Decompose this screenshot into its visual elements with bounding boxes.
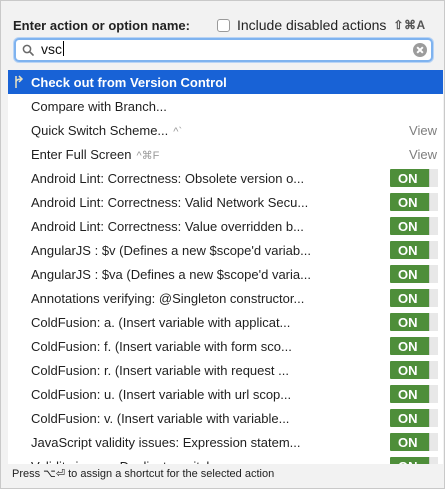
option-toggle[interactable]: ON [390,385,438,403]
action-row[interactable]: Quick Switch Scheme... ^` View [8,118,443,142]
row-icon-slot [8,286,31,310]
option-toggle[interactable]: ON [390,217,438,235]
action-label: Compare with Branch... [31,98,167,114]
action-row[interactable]: Compare with Branch... [8,94,443,118]
option-toggle[interactable]: ON [390,433,438,451]
option-toggle[interactable]: ON [390,265,438,283]
action-label: Annotations verifying: @Singleton constr… [31,290,305,306]
action-shortcut: ^⌘F [136,149,160,162]
row-icon-slot [8,358,31,382]
action-row[interactable]: ColdFusion: v. (Insert variable with var… [8,406,443,430]
option-toggle[interactable]: ON [390,361,438,379]
search-input[interactable]: vsc [41,41,64,57]
option-toggle[interactable]: ON [390,457,438,464]
row-icon-slot [8,334,31,358]
row-icon-slot [8,142,31,166]
action-row[interactable]: AngularJS : $v (Defines a new $scope'd v… [8,238,443,262]
action-label: ColdFusion: f. (Insert variable with for… [31,338,292,354]
row-icon-slot [8,166,31,190]
action-row[interactable]: Android Lint: Correctness: Valid Network… [8,190,443,214]
action-label: ColdFusion: a. (Insert variable with app… [31,314,291,330]
row-icon-slot [8,406,31,430]
action-row[interactable]: Android Lint: Correctness: Obsolete vers… [8,166,443,190]
action-row[interactable]: Check out from Version Control [8,70,443,94]
option-toggle[interactable]: ON [390,337,438,355]
action-row[interactable]: Android Lint: Correctness: Value overrid… [8,214,443,238]
action-group-label: View [409,122,437,138]
option-toggle[interactable]: ON [390,241,438,259]
action-label: JavaScript validity issues: Expression s… [31,434,301,450]
option-toggle[interactable]: ON [390,193,438,211]
vcs-checkout-icon [15,75,24,88]
popup-title: Enter action or option name: [13,17,190,33]
footer-hint: Press ⌥⏎ to assign a shortcut for the se… [12,468,275,480]
action-row[interactable]: ColdFusion: f. (Insert variable with for… [8,334,443,358]
option-toggle[interactable]: ON [390,289,438,307]
action-row[interactable]: ColdFusion: r. (Insert variable with req… [8,358,443,382]
row-icon-slot [8,70,31,94]
row-icon-slot [8,238,31,262]
action-label: Android Lint: Correctness: Valid Network… [31,194,309,210]
row-icon-slot [8,430,31,454]
action-row[interactable]: Annotations verifying: @Singleton constr… [8,286,443,310]
action-label: Validity issues: Duplicate switch case [31,459,443,465]
action-label: AngularJS : $v (Defines a new $scope'd v… [31,242,311,258]
search-field[interactable]: vsc [14,38,433,62]
clear-search-icon[interactable] [413,43,427,57]
row-icon-slot [8,454,31,464]
row-icon-slot [8,262,31,286]
include-disabled-shortcut: ⇧⌘A [393,18,426,32]
action-label: Check out from Version Control [31,74,227,90]
action-shortcut: ^` [173,125,183,138]
action-row[interactable]: AngularJS : $va (Defines a new $scope'd … [8,262,443,286]
action-label: Enter Full Screen ^⌘F [31,146,160,162]
action-label: ColdFusion: r. (Insert variable with req… [31,362,289,378]
row-icon-slot [8,190,31,214]
option-toggle[interactable]: ON [390,169,438,187]
row-icon-slot [8,94,31,118]
row-icon-slot [8,214,31,238]
option-toggle[interactable]: ON [390,409,438,427]
action-label: AngularJS : $va (Defines a new $scope'd … [31,266,311,282]
action-label: Quick Switch Scheme... ^` [31,122,183,138]
row-icon-slot [8,382,31,406]
action-label: Android Lint: Correctness: Value overrid… [31,218,304,234]
action-row[interactable]: JavaScript validity issues: Expression s… [8,430,443,454]
results-list[interactable]: Check out from Version Control Compare wi… [8,70,443,464]
action-label: ColdFusion: v. (Insert variable with var… [31,410,290,426]
action-row[interactable]: Validity issues: Duplicate switch caseON [8,454,443,464]
option-toggle[interactable]: ON [390,313,438,331]
search-icon [22,44,34,56]
row-icon-slot [8,118,31,142]
action-label: Android Lint: Correctness: Obsolete vers… [31,170,305,186]
include-disabled-label[interactable]: Include disabled actions [237,17,386,33]
action-row[interactable]: ColdFusion: a. (Insert variable with app… [8,310,443,334]
row-icon-slot [8,310,31,334]
action-row[interactable]: ColdFusion: u. (Insert variable with url… [8,382,443,406]
action-group-label: View [409,146,437,162]
find-action-popup: Enter action or option name: Include dis… [0,0,445,489]
action-row[interactable]: Enter Full Screen ^⌘F View [8,142,443,166]
popup-header: Enter action or option name: Include dis… [13,15,434,35]
include-disabled-checkbox[interactable] [216,18,230,32]
action-label: ColdFusion: u. (Insert variable with url… [31,386,292,402]
